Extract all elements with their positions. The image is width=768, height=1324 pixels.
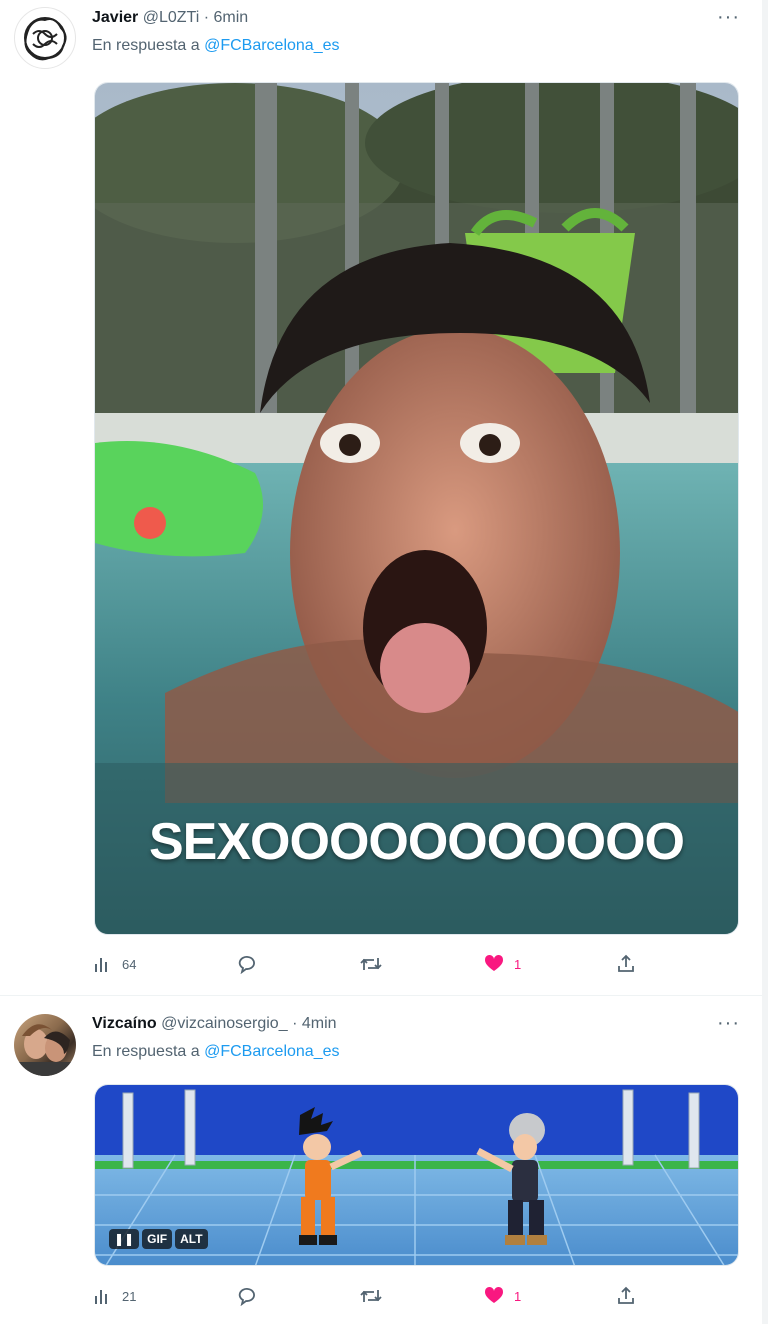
reply-context: En respuesta a @FCBarcelona_es [92, 1043, 340, 1061]
more-icon[interactable]: ··· [717, 1012, 740, 1035]
views-icon [95, 1290, 107, 1304]
like-icon [484, 954, 504, 971]
share-icon [618, 1286, 634, 1304]
tweet[interactable]: Vizcaíno @vizcainosergio_ · 4min En resp… [0, 996, 762, 1324]
reply-context: En respuesta a @FCBarcelona_es [92, 37, 340, 55]
separator: · [292, 1015, 298, 1032]
timestamp[interactable]: 4min [302, 1015, 337, 1032]
media-image[interactable]: SEXOOOOOOOOOOO [94, 82, 739, 935]
reply-button[interactable] [238, 954, 258, 974]
reply-icon [238, 956, 255, 974]
likes-count: 1 [514, 1288, 522, 1304]
like-icon [484, 1286, 504, 1303]
media-caption: SEXOOOOOOOOOOO [149, 813, 685, 871]
likes-count: 1 [514, 956, 522, 972]
gif-badge: GIF [142, 1229, 173, 1249]
like-button[interactable]: 1 [484, 1286, 521, 1306]
pause-button[interactable]: ❚❚ [109, 1229, 140, 1249]
alt-badge[interactable]: ALT [175, 1229, 208, 1249]
action-bar: 21 1 [92, 1286, 652, 1312]
share-icon [618, 954, 634, 972]
author-name[interactable]: Vizcaíno [92, 1015, 157, 1032]
avatar[interactable] [14, 7, 76, 69]
more-icon[interactable]: ··· [717, 6, 740, 29]
views-count: 64 [122, 956, 137, 972]
views-count: 21 [122, 1288, 137, 1304]
gif-media[interactable]: ❚❚ GIF ALT [94, 1084, 739, 1266]
avatar[interactable] [14, 1014, 76, 1076]
tweet[interactable]: Javier @L0ZTi · 6min En respuesta a @FCB… [0, 0, 762, 995]
reply-mention-link[interactable]: @FCBarcelona_es [204, 1043, 339, 1060]
author-handle[interactable]: @L0ZTi [143, 9, 200, 26]
reply-icon [238, 1288, 255, 1306]
author-handle[interactable]: @vizcainosergio_ [161, 1015, 288, 1032]
views-button[interactable]: 64 [92, 954, 136, 974]
timestamp[interactable]: 6min [214, 9, 249, 26]
reply-prefix: En respuesta a [92, 1043, 205, 1060]
views-button[interactable]: 21 [92, 1286, 136, 1306]
separator: · [203, 9, 210, 26]
retweet-icon [360, 1290, 382, 1302]
reply-prefix: En respuesta a [92, 37, 205, 54]
tweet-header: Javier @L0ZTi · 6min [92, 8, 248, 28]
action-bar: 64 1 [92, 954, 652, 980]
author-name[interactable]: Javier [92, 9, 138, 26]
views-icon [95, 958, 107, 972]
gif-controls: ❚❚ GIF ALT [109, 1229, 208, 1249]
retweet-button[interactable] [360, 1286, 382, 1306]
retweet-icon [360, 958, 382, 970]
share-button[interactable] [616, 954, 636, 974]
scroll-track [762, 0, 768, 1324]
share-button[interactable] [616, 1286, 636, 1306]
reply-button[interactable] [238, 1286, 258, 1306]
reply-mention-link[interactable]: @FCBarcelona_es [204, 37, 339, 54]
tweet-header: Vizcaíno @vizcainosergio_ · 4min [92, 1014, 337, 1034]
like-button[interactable]: 1 [484, 954, 521, 974]
retweet-button[interactable] [360, 954, 382, 974]
